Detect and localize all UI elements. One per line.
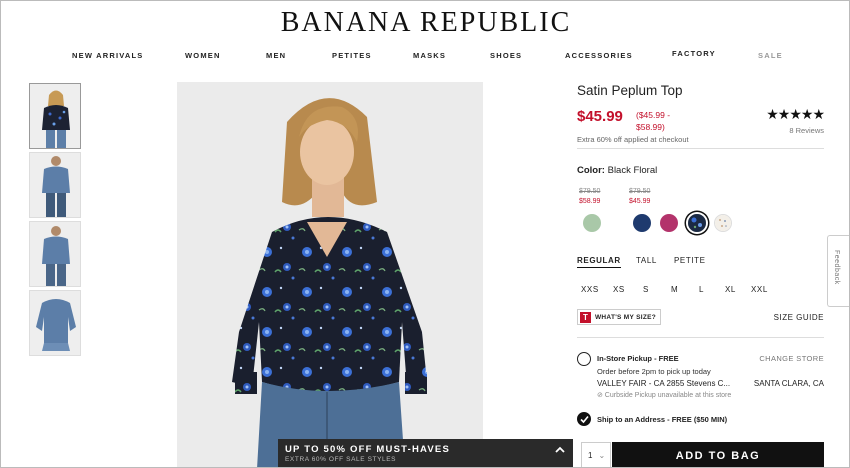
chevron-down-icon: ⌄ [598,451,606,460]
divider [577,337,824,338]
color-label-value: Black Floral [607,165,658,176]
whats-my-size-button[interactable]: T WHAT'S MY SIZE? [577,309,662,325]
size-xl[interactable]: XL [725,285,736,294]
fit-regular[interactable]: REGULAR [577,256,621,268]
whats-my-size-label: WHAT'S MY SIZE? [595,313,657,321]
feedback-tab[interactable]: Feedback [827,235,849,307]
reviews-link[interactable]: 8 Reviews [789,126,824,135]
was-price: $79.50 [579,188,601,195]
store-address: VALLEY FAIR - CA 2855 Stevens C... [597,379,731,388]
swatch-price-group-1: $79.50 $58.99 [579,187,600,207]
thumbnail-1[interactable] [29,83,81,149]
feedback-label: Feedback [833,250,840,285]
swatch-berry[interactable] [660,214,678,232]
checkmark-icon [580,415,589,424]
thumbnail-4[interactable] [29,290,81,356]
product-price: $45.99 [577,108,623,125]
swatch-ivory-print[interactable] [714,214,732,232]
rating-stars-icon[interactable]: ★★★★★ [766,106,825,123]
change-store-link[interactable]: CHANGE STORE [759,354,824,363]
price-range-to: $58.99) [636,122,665,132]
fit-tall[interactable]: TALL [636,256,657,265]
thumbnail-3[interactable] [29,221,81,287]
curbside-note: ⊘ Curbside Pickup unavailable at this st… [597,392,732,399]
ship-label: Ship to an Address - FREE ($50 MIN) [597,415,728,424]
size-m[interactable]: M [671,285,678,294]
fit-petite[interactable]: PETITE [674,256,706,265]
pickup-note: Order before 2pm to pick up today [597,367,711,376]
price-range: ($45.99 - $58.99) [636,109,670,133]
promo-banner[interactable]: UP TO 50% OFF MUST-HAVES EXTRA 60% OFF S… [278,439,573,467]
product-hero-image[interactable] [177,82,483,467]
color-label-key: Color: [577,165,605,176]
nav-shoes[interactable]: SHOES [490,51,522,60]
ship-radio[interactable] [577,412,591,426]
size-xxs[interactable]: XXS [581,285,599,294]
swatch-black-floral[interactable] [688,214,706,232]
nav-women[interactable]: WOMEN [185,51,221,60]
quantity-select[interactable]: 1 ⌄ [581,442,611,467]
was-price: $79.50 [629,188,651,195]
quantity-value: 1 [588,451,593,460]
nav-men[interactable]: MEN [266,51,286,60]
store-city: SANTA CLARA, CA [753,379,824,388]
now-price: $58.99 [579,198,601,205]
thumbnail-2[interactable] [29,152,81,218]
swatch-price-group-2: $79.50 $45.99 [629,187,650,207]
promo-title: UP TO 50% OFF MUST-HAVES [285,444,450,455]
product-title: Satin Peplum Top [577,83,683,98]
nav-masks[interactable]: MASKS [413,51,446,60]
promo-subtitle: EXTRA 60% OFF SALE STYLES [285,456,397,463]
nav-petites[interactable]: PETITES [332,51,372,60]
divider [577,148,824,149]
discount-note: Extra 60% off applied at checkout [577,135,689,144]
now-price: $45.99 [629,198,651,205]
pickup-label: In-Store Pickup - FREE [597,354,679,363]
page: BANANA REPUBLIC NEW ARRIVALS WOMEN MEN P… [0,0,850,468]
product-info-panel: Satin Peplum Top $45.99 ($45.99 - $58.99… [577,1,827,467]
add-to-bag-button[interactable]: ADD TO BAG [612,442,824,467]
price-range-from: ($45.99 - [636,110,671,120]
size-xs[interactable]: XS [613,285,625,294]
chevron-up-icon[interactable] [553,443,567,457]
size-l[interactable]: L [699,285,704,294]
size-guide-link[interactable]: SIZE GUIDE [774,313,824,322]
swatch-navy[interactable] [633,214,651,232]
pickup-radio[interactable] [577,352,591,366]
true-fit-icon: T [580,311,591,323]
nav-new-arrivals[interactable]: NEW ARRIVALS [72,51,143,60]
size-s[interactable]: S [643,285,649,294]
swatch-sage[interactable] [583,214,601,232]
thumbnail-list [29,83,81,359]
color-label: Color: Black Floral [577,165,657,176]
size-xxl[interactable]: XXL [751,285,768,294]
